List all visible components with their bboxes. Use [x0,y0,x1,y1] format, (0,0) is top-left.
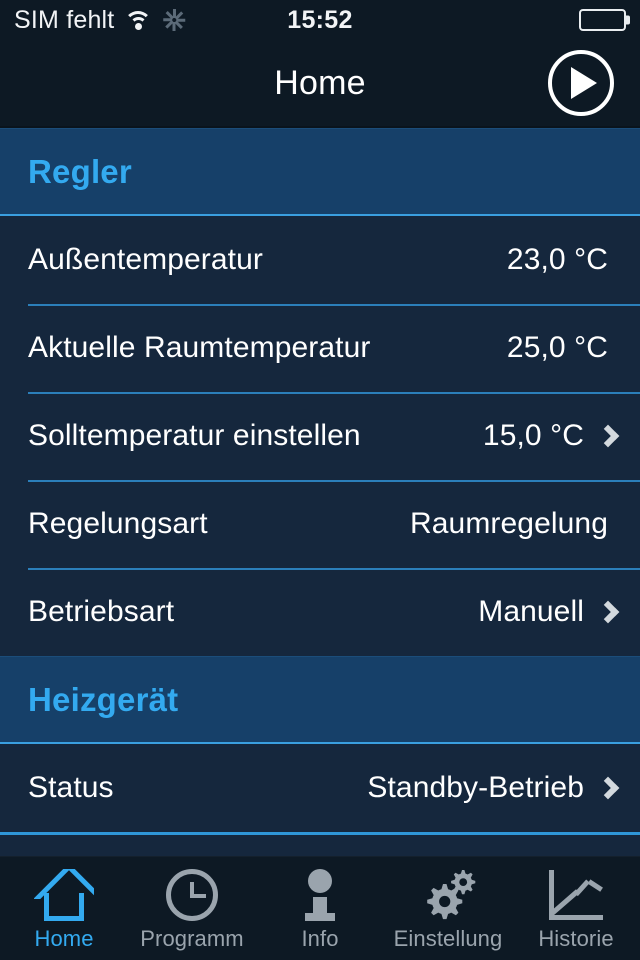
info-icon [305,869,335,921]
section-header: Regler [0,128,640,216]
tab-label: Einstellung [393,926,503,951]
row-value: Manuell [478,595,584,628]
activity-spinner-icon [162,8,186,32]
tab-label: Historie [538,926,614,951]
row-label: Status [28,771,114,804]
status-bar-right [579,9,630,31]
content-bottom-pad [0,835,640,857]
row-value: 15,0 °C [482,419,584,452]
tab-icon-wrap [305,866,335,924]
row-value: 25,0 °C [506,331,608,364]
row-value-wrap: 23,0 °C [507,243,616,277]
list-row[interactable]: Betriebsart Manuell [0,568,640,656]
battery-icon [579,9,630,31]
nav-bar: Home [0,40,640,128]
row-value: Raumregelung [410,507,608,540]
row-value: 23,0 °C [506,243,608,276]
tab-icon-wrap [419,866,477,924]
row-label: Regelungsart [28,507,208,540]
house-icon [33,869,95,921]
tab-einstellung[interactable]: Einstellung [384,857,512,960]
wifi-icon [123,9,153,31]
content-list: Regler Außentemperatur 23,0 °C Aktuelle Rau… [0,128,640,832]
tab-info[interactable]: Info [256,857,384,960]
tab-icon-wrap [549,866,603,924]
chevron-right-icon[interactable] [596,776,620,800]
list-row: Aktuelle Raumtemperatur 25,0 °C [0,304,640,392]
app-screen: SIM fehlt 15:52 Home Regler Außentempera… [0,0,640,960]
chevron-right-icon[interactable] [596,424,620,448]
tab-icon-wrap [166,866,218,924]
row-label: Solltemperatur einstellen [28,419,361,452]
tab-icon-wrap [33,866,95,924]
list-row[interactable]: Solltemperatur einstellen 15,0 °C [0,392,640,480]
row-label: Betriebsart [28,595,175,628]
status-bar: SIM fehlt 15:52 [0,0,640,40]
status-bar-left: SIM fehlt [14,6,186,35]
gears-icon [419,868,477,922]
clock-icon [166,869,218,921]
tab-home[interactable]: Home [0,857,128,960]
row-value-wrap: Raumregelung [410,507,616,541]
play-button-icon[interactable] [548,50,614,116]
chevron-right-icon[interactable] [596,600,620,624]
row-label: Außentemperatur [28,243,263,276]
tab-historie[interactable]: Historie [512,857,640,960]
section-title: Heizgerät [28,680,179,718]
section-title: Regler [28,152,132,190]
row-value-wrap: 25,0 °C [507,331,616,365]
tab-label: Info [301,926,339,951]
list-row: Außentemperatur 23,0 °C [0,216,640,304]
row-value-wrap: Standby-Betrieb [367,771,620,805]
row-label: Aktuelle Raumtemperatur [28,331,371,364]
line-chart-icon [549,870,603,920]
row-value-wrap: 15,0 °C [482,419,620,453]
list-row: Regelungsart Raumregelung [0,480,640,568]
carrier-label: SIM fehlt [14,5,115,34]
tab-bar: Home Programm Info Einstellung Historie [0,856,640,960]
section-header: Heizgerät [0,656,640,744]
tab-programm[interactable]: Programm [128,857,256,960]
page-title: Home [274,63,366,102]
row-value-wrap: Manuell [478,595,620,629]
list-row[interactable]: Status Standby-Betrieb [0,744,640,832]
tab-label: Home [34,926,94,951]
tab-label: Programm [140,926,244,951]
row-value: Standby-Betrieb [367,771,584,804]
play-triangle-icon [571,67,597,99]
